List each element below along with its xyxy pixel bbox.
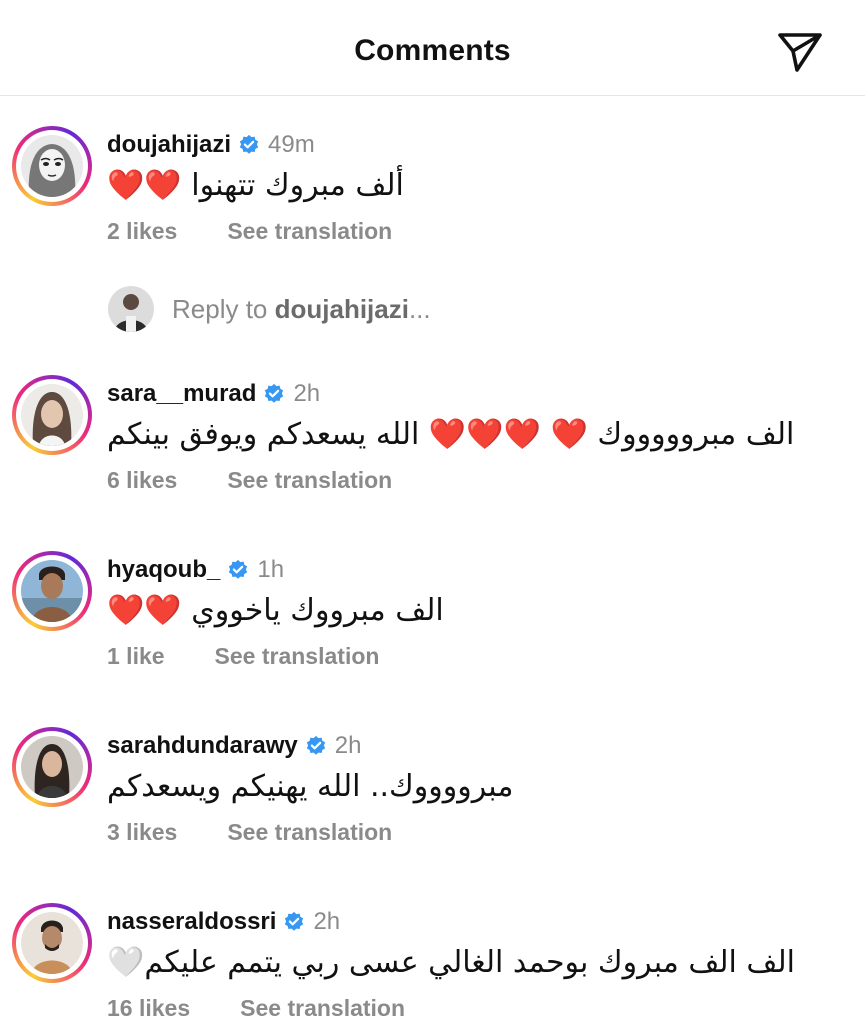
avatar-image bbox=[21, 135, 83, 197]
header-bar: Comments bbox=[0, 0, 865, 96]
see-translation-link[interactable]: See translation bbox=[215, 643, 380, 670]
comment-text: الف مبرووك ياخووي ❤️❤️ bbox=[107, 593, 444, 628]
comment-text: مبرووووك.. الله يهنيكم ويسعدكم bbox=[107, 769, 514, 804]
current-user-avatar bbox=[108, 286, 154, 332]
avatar-image bbox=[21, 736, 83, 798]
comment-timestamp: 2h bbox=[313, 908, 341, 935]
verified-badge-icon bbox=[265, 383, 284, 403]
likes-count[interactable]: 2 likes bbox=[107, 218, 177, 245]
verified-badge-icon bbox=[285, 911, 304, 931]
comment-text: الف الف مبروك بوحمد الغالي عسى ربي يتمم … bbox=[107, 945, 795, 980]
see-translation-link[interactable]: See translation bbox=[227, 467, 392, 494]
verified-badge-icon bbox=[229, 559, 248, 579]
comment-timestamp: 49m bbox=[268, 131, 315, 158]
see-translation-link[interactable]: See translation bbox=[240, 995, 405, 1022]
comment-item: sara__murad 2h الف مبروووووك ❤️ ❤️❤️❤️ ا… bbox=[0, 375, 865, 505]
avatar[interactable] bbox=[12, 126, 92, 206]
comment-timestamp: 1h bbox=[257, 556, 285, 583]
comment-username[interactable]: sara__murad bbox=[107, 380, 256, 408]
comment-timestamp: 2h bbox=[293, 380, 321, 407]
reply-placeholder[interactable]: Reply to doujahijazi... bbox=[172, 294, 431, 325]
likes-count[interactable]: 16 likes bbox=[107, 995, 190, 1022]
avatar-image bbox=[21, 384, 83, 446]
avatar[interactable] bbox=[12, 727, 92, 807]
avatar[interactable] bbox=[12, 903, 92, 983]
comment-item: doujahijazi 49m ألف مبروك تتهنوا ❤️❤️ 2 … bbox=[0, 126, 865, 256]
likes-count[interactable]: 6 likes bbox=[107, 467, 177, 494]
comment-timestamp: 2h bbox=[334, 732, 362, 759]
comment-item: hyaqoub_ 1h الف مبرووك ياخووي ❤️❤️ 1 lik… bbox=[0, 551, 865, 681]
send-icon[interactable] bbox=[776, 30, 824, 74]
avatar-image bbox=[21, 560, 83, 622]
see-translation-link[interactable]: See translation bbox=[227, 819, 392, 846]
comment-text: ألف مبروك تتهنوا ❤️❤️ bbox=[107, 168, 404, 203]
avatar-image bbox=[21, 912, 83, 974]
comment-username[interactable]: hyaqoub_ bbox=[107, 556, 220, 584]
comment-item: sarahdundarawy 2h مبرووووك.. الله يهنيكم… bbox=[0, 727, 865, 857]
likes-count[interactable]: 1 like bbox=[107, 643, 165, 670]
verified-badge-icon bbox=[239, 134, 259, 154]
see-translation-link[interactable]: See translation bbox=[227, 218, 392, 245]
verified-badge-icon bbox=[306, 735, 325, 755]
comment-username[interactable]: nasseraldossri bbox=[107, 908, 276, 936]
avatar[interactable] bbox=[12, 375, 92, 455]
reply-input[interactable]: Reply to doujahijazi... bbox=[108, 286, 431, 332]
avatar[interactable] bbox=[12, 551, 92, 631]
comment-text: الف مبروووووك ❤️ ❤️❤️❤️ الله يسعدكم ويوف… bbox=[107, 417, 795, 452]
comment-item: nasseraldossri 2h الف الف مبروك بوحمد ال… bbox=[0, 903, 865, 1024]
comment-username[interactable]: sarahdundarawy bbox=[107, 732, 298, 760]
comment-username[interactable]: doujahijazi bbox=[107, 131, 231, 159]
page-title: Comments bbox=[354, 34, 511, 67]
likes-count[interactable]: 3 likes bbox=[107, 819, 177, 846]
